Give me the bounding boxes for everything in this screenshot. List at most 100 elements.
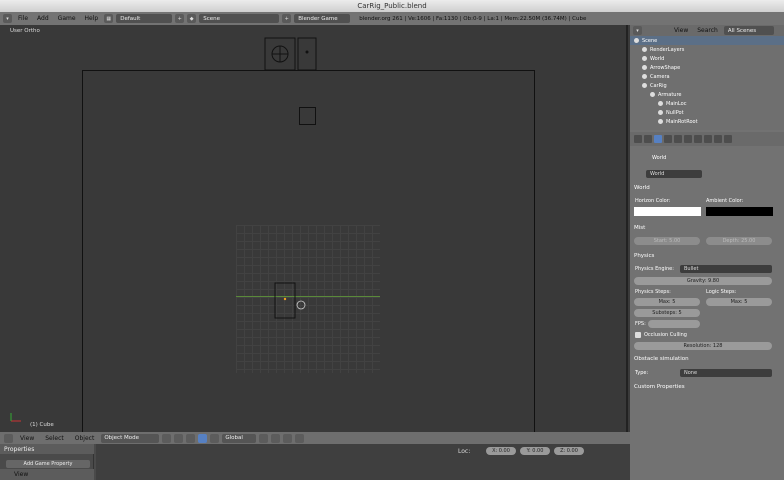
ambient-color-swatch[interactable] (706, 207, 773, 216)
layers-icon[interactable] (259, 433, 269, 443)
stats-info: blender.org 261 | Ve:1606 | Fa:1130 | Ob… (359, 15, 587, 22)
object-icon (642, 83, 647, 88)
world-properties: World World World Horizon Color: Ambient… (630, 146, 784, 480)
layout-field[interactable]: Default (116, 14, 173, 23)
tab-material-icon[interactable] (704, 135, 712, 143)
fps-field[interactable] (648, 320, 700, 328)
outliner-row[interactable]: CarRig (630, 81, 784, 90)
outliner-search-menu[interactable]: Search (694, 27, 721, 34)
outliner-filter-select[interactable]: All Scenes (723, 26, 774, 35)
menu-game[interactable]: Game (55, 15, 79, 22)
scene-icon: ◆ (187, 14, 197, 23)
camera-object[interactable] (264, 37, 320, 73)
snap-icon[interactable] (283, 433, 293, 443)
menu-help[interactable]: Help (82, 15, 102, 22)
empty-object[interactable] (299, 107, 316, 125)
armature-icon (650, 92, 655, 97)
tab-constraints-icon[interactable] (674, 135, 682, 143)
logic-header: View (0, 469, 94, 480)
tab-scene-icon[interactable] (644, 135, 652, 143)
render-icon[interactable] (295, 433, 305, 443)
editor-type-icon[interactable] (4, 433, 13, 443)
physics-section-header[interactable]: Physics (634, 253, 654, 259)
tab-world-icon[interactable] (654, 135, 662, 143)
manipulator-icon[interactable] (186, 433, 196, 443)
outliner-row[interactable]: RenderLayers (630, 45, 784, 54)
outliner-row[interactable]: ArrowShape (630, 63, 784, 72)
outliner-row[interactable]: MainRotRoot (630, 117, 784, 126)
menu-add[interactable]: Add (34, 15, 52, 22)
logic-editor: Properties Add Game Property View Loc: X… (0, 444, 630, 480)
translate-icon[interactable] (198, 433, 208, 443)
loc-x-field[interactable]: X: 0.00 (486, 447, 516, 455)
logic-max-field[interactable]: Max: 5 (706, 298, 772, 306)
rotate-icon[interactable] (210, 433, 220, 443)
properties-header[interactable]: Properties (0, 444, 94, 454)
fps-label: FPS: (635, 321, 646, 327)
occlusion-checkbox[interactable] (635, 332, 641, 338)
obstacle-section-header[interactable]: Obstacle simulation (634, 356, 689, 362)
outliner-editor-icon[interactable]: ▾ (633, 26, 642, 35)
physics-max-field[interactable]: Max: 5 (634, 298, 700, 306)
mode-select[interactable]: Object Mode (101, 433, 160, 443)
editor-type-icon[interactable]: ▾ (3, 14, 12, 23)
obstacle-type-select[interactable]: None (680, 369, 772, 377)
axis-gizmo-icon (10, 413, 21, 422)
scene-field[interactable]: Scene (199, 14, 280, 23)
world-name-field[interactable]: World (646, 170, 702, 178)
outliner-row[interactable]: World (630, 54, 784, 63)
menu-view[interactable]: View (16, 435, 38, 442)
cube-object[interactable] (272, 278, 312, 320)
tab-render-icon[interactable] (634, 135, 642, 143)
mist-depth-field[interactable]: Depth: 25.00 (706, 237, 772, 245)
substeps-field[interactable]: Substeps: 5 (634, 309, 700, 317)
view-label: User Ortho (10, 28, 40, 34)
bone-icon (658, 101, 663, 106)
physics-engine-select[interactable]: Bullet (680, 265, 772, 273)
window-title: CarRig_Public.blend (357, 2, 427, 10)
outliner-row[interactable]: NullPot (630, 108, 784, 117)
bone-icon (658, 110, 663, 115)
renderlayers-icon (642, 47, 647, 52)
outliner-view-menu[interactable]: View (671, 27, 691, 34)
resolution-field[interactable]: Resolution: 128 (634, 342, 772, 350)
viewport-header: View Select Object Object Mode Global (0, 432, 630, 444)
orientation-select[interactable]: Global (222, 433, 257, 443)
mist-start-field[interactable]: Start: 5.00 (634, 237, 700, 245)
occlusion-label: Occlusion Culling (644, 332, 687, 338)
ambient-color-label: Ambient Color: (706, 198, 744, 204)
mist-section-header[interactable]: Mist (634, 225, 645, 231)
tab-modifiers-icon[interactable] (684, 135, 692, 143)
tab-texture-icon[interactable] (714, 135, 722, 143)
loc-z-field[interactable]: Z: 0.00 (554, 447, 584, 455)
lock-icon[interactable] (271, 433, 281, 443)
world-section-header[interactable]: World (634, 185, 650, 191)
camera-icon (642, 74, 647, 79)
menu-file[interactable]: File (15, 15, 31, 22)
horizon-color-swatch[interactable] (634, 207, 701, 216)
tab-object-icon[interactable] (664, 135, 672, 143)
active-object-label: (1) Cube (30, 422, 54, 428)
engine-select[interactable]: Blender Game (294, 14, 351, 23)
properties-label: Properties (4, 445, 35, 453)
layout-add-icon[interactable]: + (175, 14, 185, 23)
pivot-icon[interactable] (174, 433, 184, 443)
outliner-row[interactable]: MainLoc (630, 99, 784, 108)
outliner-row[interactable]: Camera (630, 72, 784, 81)
tab-physics-icon[interactable] (724, 135, 732, 143)
logic-view-menu[interactable]: View (14, 471, 28, 478)
custom-properties-header[interactable]: Custom Properties (634, 384, 685, 390)
outliner-row[interactable]: Armature (630, 90, 784, 99)
menu-object[interactable]: Object (71, 435, 99, 442)
add-game-property-button[interactable]: Add Game Property (6, 460, 90, 468)
gravity-field[interactable]: Gravity: 9.80 (634, 277, 772, 285)
scene-add-icon[interactable]: + (282, 14, 292, 23)
shading-icon[interactable] (162, 433, 172, 443)
logic-bricks-area[interactable]: Loc: X: 0.00 Y: 0.00 Z: 0.00 (96, 444, 630, 480)
outliner-row[interactable]: Scene (630, 36, 784, 45)
3d-viewport[interactable]: User Ortho (1) Cube (0, 25, 628, 432)
loc-y-field[interactable]: Y: 0.00 (520, 447, 550, 455)
tab-data-icon[interactable] (694, 135, 702, 143)
menu-select[interactable]: Select (41, 435, 68, 442)
properties-tabs (630, 132, 784, 146)
